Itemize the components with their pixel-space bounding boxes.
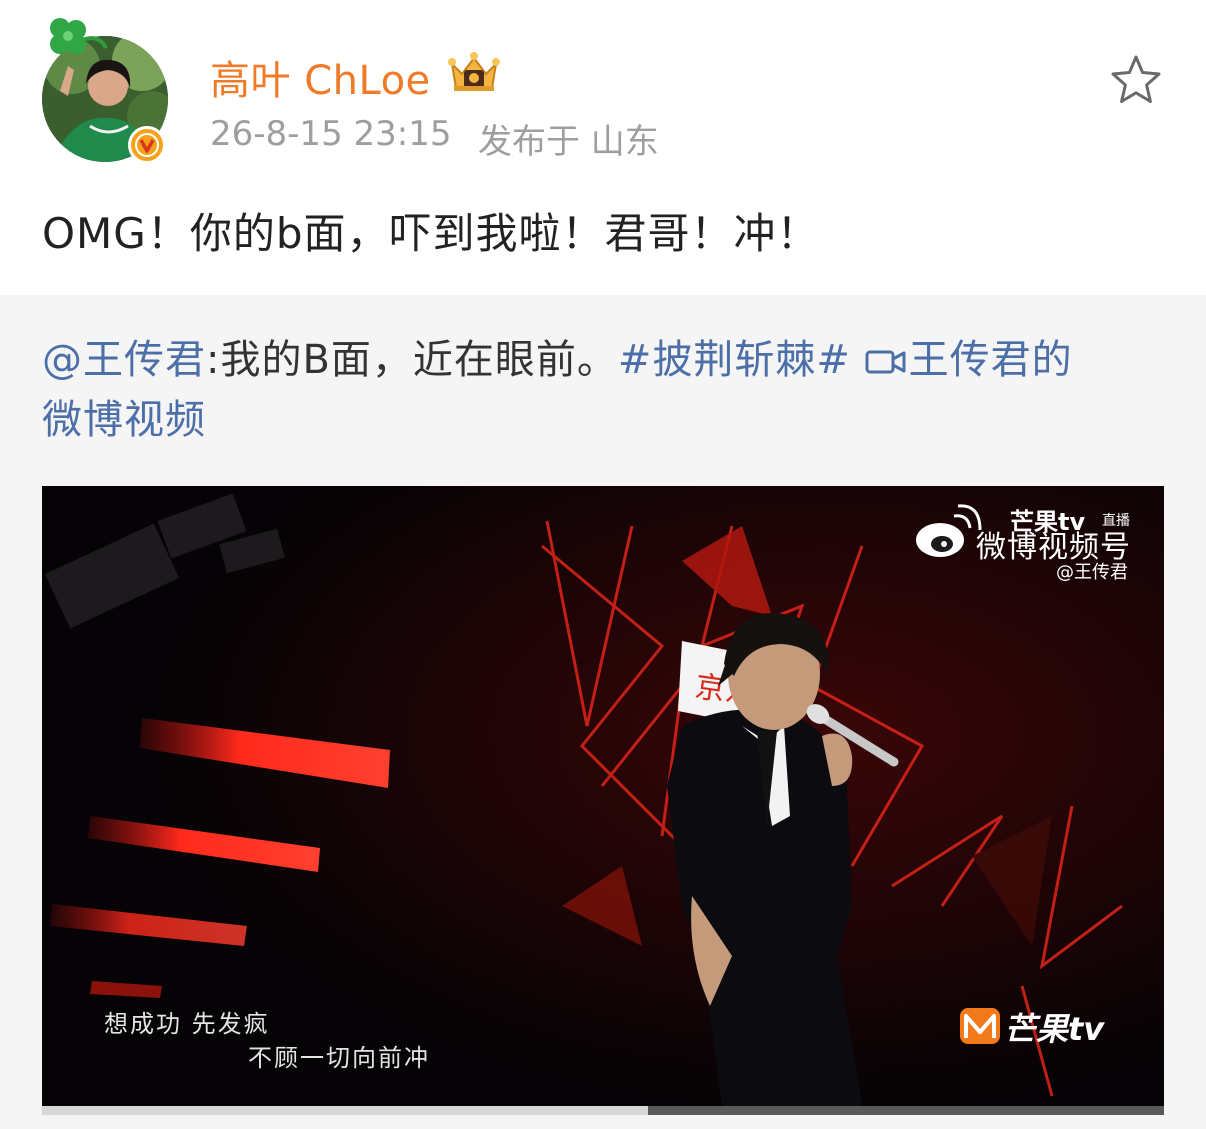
clover-icon (50, 18, 108, 54)
mango-logo-text: 芒果tv (1004, 1010, 1105, 1048)
post-text: OMG！你的b面，吓到我啦！君哥！冲！ (42, 209, 820, 258)
subtitle-line-1: 想成功 先发疯 (104, 1010, 270, 1038)
watermark-handle: @王传君 (1056, 562, 1128, 583)
video-link-text: 王传君的 (908, 337, 1073, 383)
post-time: 26-8-15 23:15 (210, 114, 452, 154)
star-outline-icon[interactable] (1108, 53, 1164, 107)
mention-link[interactable]: @王传君 (42, 337, 206, 383)
repost-text: @王传君:我的B面，近在眼前。#披荆斩棘# 王传君的微博视频 (42, 330, 1172, 450)
subtitle-line-2: 不顾一切向前冲 (248, 1044, 430, 1072)
hashtag-link[interactable]: #披荆斩棘# (618, 337, 851, 383)
mango-tv-logo (960, 1008, 1000, 1044)
verified-v-icon (128, 126, 166, 164)
crown-icon[interactable] (446, 50, 502, 94)
user-name[interactable]: 高叶 ChLoe (210, 48, 431, 106)
avatar[interactable] (38, 12, 178, 167)
repost-body: :我的B面，近在眼前。 (206, 337, 618, 383)
post-location: 发布于 山东 (478, 122, 659, 162)
video-link-text-2: 微博视频 (42, 397, 206, 443)
video-camera-icon (865, 350, 906, 374)
video-progress-bar[interactable] (42, 1106, 1164, 1115)
video-progress-fill (42, 1106, 648, 1115)
video-player[interactable]: 京东 芒果tv 直播 微博视频号 @王传君 芒果tv 想成功 先发疯 不顾一切向… (42, 486, 1164, 1106)
